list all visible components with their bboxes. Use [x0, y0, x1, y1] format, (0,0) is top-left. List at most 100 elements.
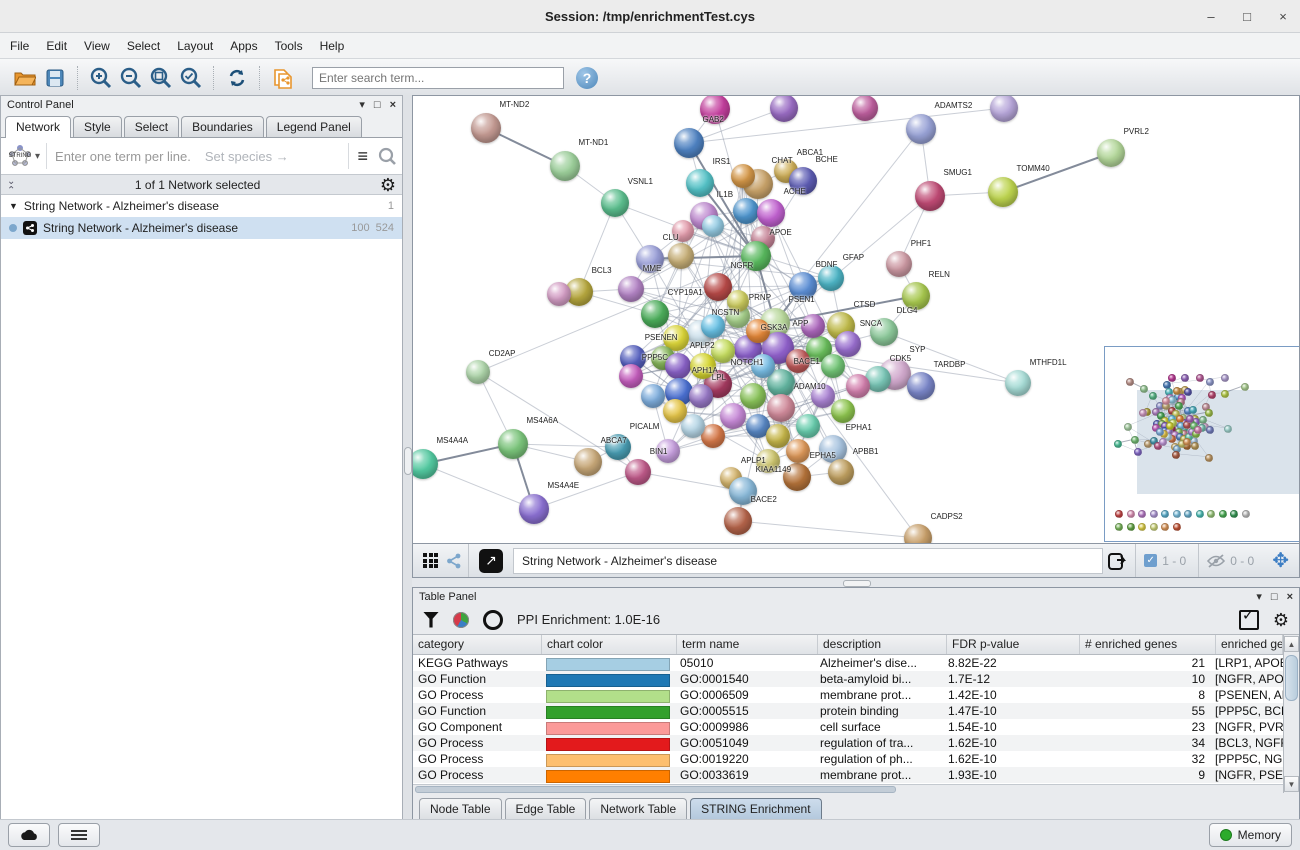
network-node-tardbp[interactable] [907, 372, 935, 400]
network-node-ache[interactable] [757, 199, 785, 227]
tab-style[interactable]: Style [73, 116, 122, 137]
network-node[interactable] [786, 439, 810, 463]
save-session-button[interactable] [40, 64, 70, 92]
panel-menu-icon[interactable]: ▾ [1256, 590, 1262, 603]
enrichment-settings-gear-icon[interactable]: ⚙ [1273, 611, 1289, 629]
network-node[interactable] [766, 424, 790, 448]
network-options-gear-icon[interactable]: ⚙ [380, 176, 396, 194]
network-node-gab2[interactable] [674, 128, 704, 158]
network-node[interactable] [852, 95, 878, 121]
tab-legend-panel[interactable]: Legend Panel [266, 116, 362, 137]
menu-item-help[interactable]: Help [320, 39, 345, 53]
set-species-hint[interactable]: Set species → [205, 149, 289, 164]
scroll-up-arrow[interactable]: ▲ [1284, 636, 1299, 652]
vertical-scrollbar[interactable]: ▲ ▼ [1283, 635, 1299, 793]
column-header-fdr-p-value[interactable]: FDR p-value [947, 635, 1080, 654]
network-node-mthfd1l[interactable] [1005, 370, 1031, 396]
table-row[interactable]: GO ProcessGO:0019220regulation of ph...1… [413, 751, 1283, 767]
network-node[interactable] [770, 95, 798, 122]
horizontal-scroll-thumb[interactable] [415, 786, 896, 793]
column-header-enriched-genes[interactable]: enriched genes [1216, 635, 1283, 654]
string-options-icon[interactable]: ≡ [357, 146, 368, 167]
menu-item-file[interactable]: File [10, 39, 29, 53]
table-row[interactable]: GO FunctionGO:0001540beta-amyloid bi...1… [413, 671, 1283, 687]
panel-close-icon[interactable]: × [1287, 591, 1293, 603]
network-view[interactable]: MT-ND2MT-ND1VSNL1GAB2ADAMTS2PVRL2SMUG1TO… [412, 95, 1300, 544]
network-node[interactable] [731, 164, 755, 188]
tab-network-table[interactable]: Network Table [589, 798, 687, 819]
network-node-ppp5c[interactable] [619, 364, 643, 388]
splitter-grip[interactable] [404, 447, 412, 475]
export-network-icon[interactable] [1107, 550, 1131, 572]
menu-item-tools[interactable]: Tools [275, 39, 303, 53]
zoom-selected-button[interactable] [176, 64, 206, 92]
network-node-vsnl1[interactable] [601, 189, 629, 217]
table-row[interactable]: GO ComponentGO:0009986cell surface1.54E-… [413, 719, 1283, 735]
network-node-phf1[interactable] [886, 251, 912, 277]
refresh-button[interactable] [222, 64, 252, 92]
network-node-cadps2[interactable] [904, 524, 932, 544]
minimize-button[interactable]: – [1204, 9, 1218, 23]
vertical-scroll-thumb[interactable] [1285, 655, 1298, 701]
network-node-adamts2[interactable] [906, 114, 936, 144]
column-header-category[interactable]: category [413, 635, 542, 654]
network-node[interactable] [720, 403, 746, 429]
menu-item-select[interactable]: Select [127, 39, 160, 53]
network-row-selected[interactable]: String Network - Alzheimer's disease 100… [1, 217, 402, 239]
table-row[interactable]: GO ProcessGO:0006509membrane prot...1.42… [413, 687, 1283, 703]
network-node-apbb1[interactable] [828, 459, 854, 485]
tab-boundaries[interactable]: Boundaries [181, 116, 264, 137]
string-query-input[interactable]: Enter one term per line. Set species → [46, 143, 348, 169]
network-node-cyp19a1[interactable] [641, 300, 669, 328]
tree-expander-icon[interactable]: ▼ [9, 201, 18, 211]
filter-icon[interactable] [423, 612, 439, 628]
help-icon[interactable]: ? [576, 67, 598, 89]
expand-all-icon[interactable]: ⌄ [7, 185, 15, 192]
table-splitter[interactable] [412, 578, 1300, 587]
network-node-aplp2[interactable] [665, 353, 691, 379]
network-node-ms4a4e[interactable] [519, 494, 549, 524]
panel-float-icon[interactable]: □ [374, 99, 381, 111]
network-node-adam10[interactable] [767, 394, 795, 422]
tab-network[interactable]: Network [5, 116, 71, 138]
table-row[interactable]: GO ProcessGO:0033619membrane prot...1.93… [413, 767, 1283, 783]
network-node[interactable] [702, 215, 724, 237]
string-logo-dropdown[interactable]: STRING ▾ [7, 143, 40, 169]
column-header-term-name[interactable]: term name [677, 635, 818, 654]
network-node-snca[interactable] [835, 331, 861, 357]
open-session-button[interactable] [10, 64, 40, 92]
column-header-description[interactable]: description [818, 635, 947, 654]
network-node-smug1[interactable] [915, 181, 945, 211]
network-node[interactable] [701, 314, 725, 338]
network-node[interactable] [990, 95, 1018, 122]
donut-chart-icon[interactable] [483, 610, 503, 630]
column-header-chart-color[interactable]: chart color [542, 635, 677, 654]
network-node-lpl[interactable] [689, 384, 713, 408]
zoom-in-button[interactable] [86, 64, 116, 92]
panel-close-icon[interactable]: × [390, 99, 396, 111]
panel-menu-icon[interactable]: ▾ [359, 98, 365, 111]
network-node[interactable] [821, 354, 845, 378]
network-node-irs1[interactable] [686, 169, 714, 197]
network-node[interactable] [641, 384, 665, 408]
search-input[interactable] [312, 67, 564, 89]
open-in-string-icon[interactable]: ↗ [479, 549, 503, 573]
panel-splitter[interactable] [403, 95, 412, 820]
select-terms-checkbox-icon[interactable] [1239, 610, 1259, 630]
table-row[interactable]: GO FunctionGO:0005515protein binding1.47… [413, 703, 1283, 719]
panel-float-icon[interactable]: □ [1271, 591, 1278, 603]
task-history-button[interactable] [58, 823, 100, 847]
horizontal-scrollbar[interactable] [413, 784, 1283, 793]
network-collection-row[interactable]: ▼ String Network - Alzheimer's disease 1 [1, 195, 402, 217]
network-node[interactable] [733, 198, 759, 224]
share-network-icon[interactable] [446, 553, 462, 569]
network-from-clipboard-button[interactable] [268, 64, 298, 92]
automation-status-button[interactable] [8, 823, 50, 847]
network-node-bace2[interactable] [724, 507, 752, 535]
menu-item-layout[interactable]: Layout [177, 39, 213, 53]
menu-item-view[interactable]: View [84, 39, 110, 53]
zoom-out-button[interactable] [116, 64, 146, 92]
network-node-mt-nd2[interactable] [471, 113, 501, 143]
table-row[interactable]: GO ProcessGO:0051049regulation of tra...… [413, 735, 1283, 751]
network-node[interactable] [663, 399, 687, 423]
